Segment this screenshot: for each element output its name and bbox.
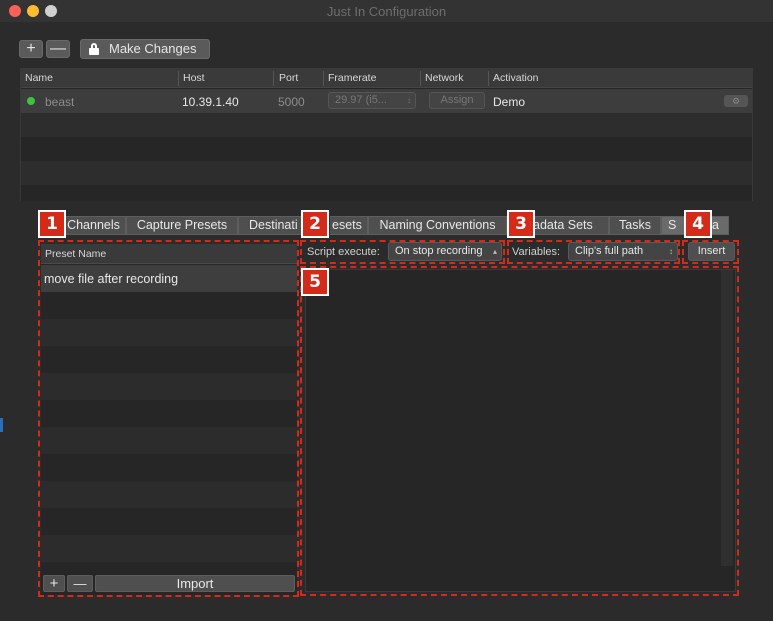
- make-changes-label: Make Changes: [109, 41, 197, 56]
- source-host: 10.39.1.40: [182, 95, 239, 109]
- callout-badge-1: 1: [38, 210, 66, 238]
- table-row: [21, 137, 752, 161]
- column-header-network[interactable]: Network: [425, 72, 464, 84]
- table-row: [21, 161, 752, 185]
- callout-box-3: [507, 240, 680, 264]
- title-bar: Just In Configuration: [0, 0, 773, 22]
- callout-badge-2: 2: [301, 210, 329, 238]
- callout-box-2: [300, 240, 505, 264]
- settings-gear-icon[interactable]: ⚙: [724, 95, 748, 107]
- tab-tasks[interactable]: Tasks: [609, 216, 661, 235]
- window-title: Just In Configuration: [326, 4, 447, 19]
- tab-metadata-sets[interactable]: adata Sets: [531, 216, 609, 235]
- add-source-button[interactable]: +: [19, 40, 43, 58]
- column-header-host[interactable]: Host: [183, 72, 205, 84]
- tab-presets[interactable]: esets: [330, 216, 368, 235]
- source-activation: Demo: [493, 95, 526, 109]
- sources-table: Name Host Port Framerate Network Activat…: [20, 68, 753, 201]
- framerate-select[interactable]: 29.97 (i5... ↕: [328, 92, 416, 109]
- tab-naming-conventions[interactable]: Naming Conventions: [368, 216, 507, 235]
- window-edge-mark: [0, 418, 3, 432]
- tab-destinations[interactable]: Destinati: [238, 216, 306, 235]
- column-header-activation[interactable]: Activation: [493, 72, 539, 84]
- table-header: Name Host Port Framerate Network Activat…: [21, 69, 752, 88]
- column-header-name[interactable]: Name: [25, 72, 53, 84]
- table-row[interactable]: beast 10.39.1.40 5000 29.97 (i5... ↕ Assi…: [21, 89, 752, 113]
- callout-badge-5: 5: [301, 268, 329, 296]
- callout-box-5: [300, 266, 739, 596]
- table-row: [21, 185, 752, 201]
- lock-icon: [89, 43, 99, 55]
- remove-source-button[interactable]: —: [46, 40, 70, 58]
- callout-badge-4: 4: [684, 210, 712, 238]
- callout-box-4: [682, 240, 739, 264]
- status-indicator-icon: [27, 97, 35, 105]
- callout-box-1: [38, 240, 299, 597]
- tab-capture-presets[interactable]: Capture Presets: [126, 216, 238, 235]
- column-header-port[interactable]: Port: [279, 72, 298, 84]
- tab-channels[interactable]: Channels: [62, 216, 126, 235]
- source-name: beast: [45, 95, 75, 109]
- callout-badge-3: 3: [507, 210, 535, 238]
- assign-button[interactable]: Assign: [429, 92, 485, 109]
- column-header-framerate[interactable]: Framerate: [328, 72, 376, 84]
- table-row: [21, 113, 752, 137]
- source-port: 5000: [278, 95, 305, 109]
- make-changes-button[interactable]: Make Changes: [80, 39, 210, 59]
